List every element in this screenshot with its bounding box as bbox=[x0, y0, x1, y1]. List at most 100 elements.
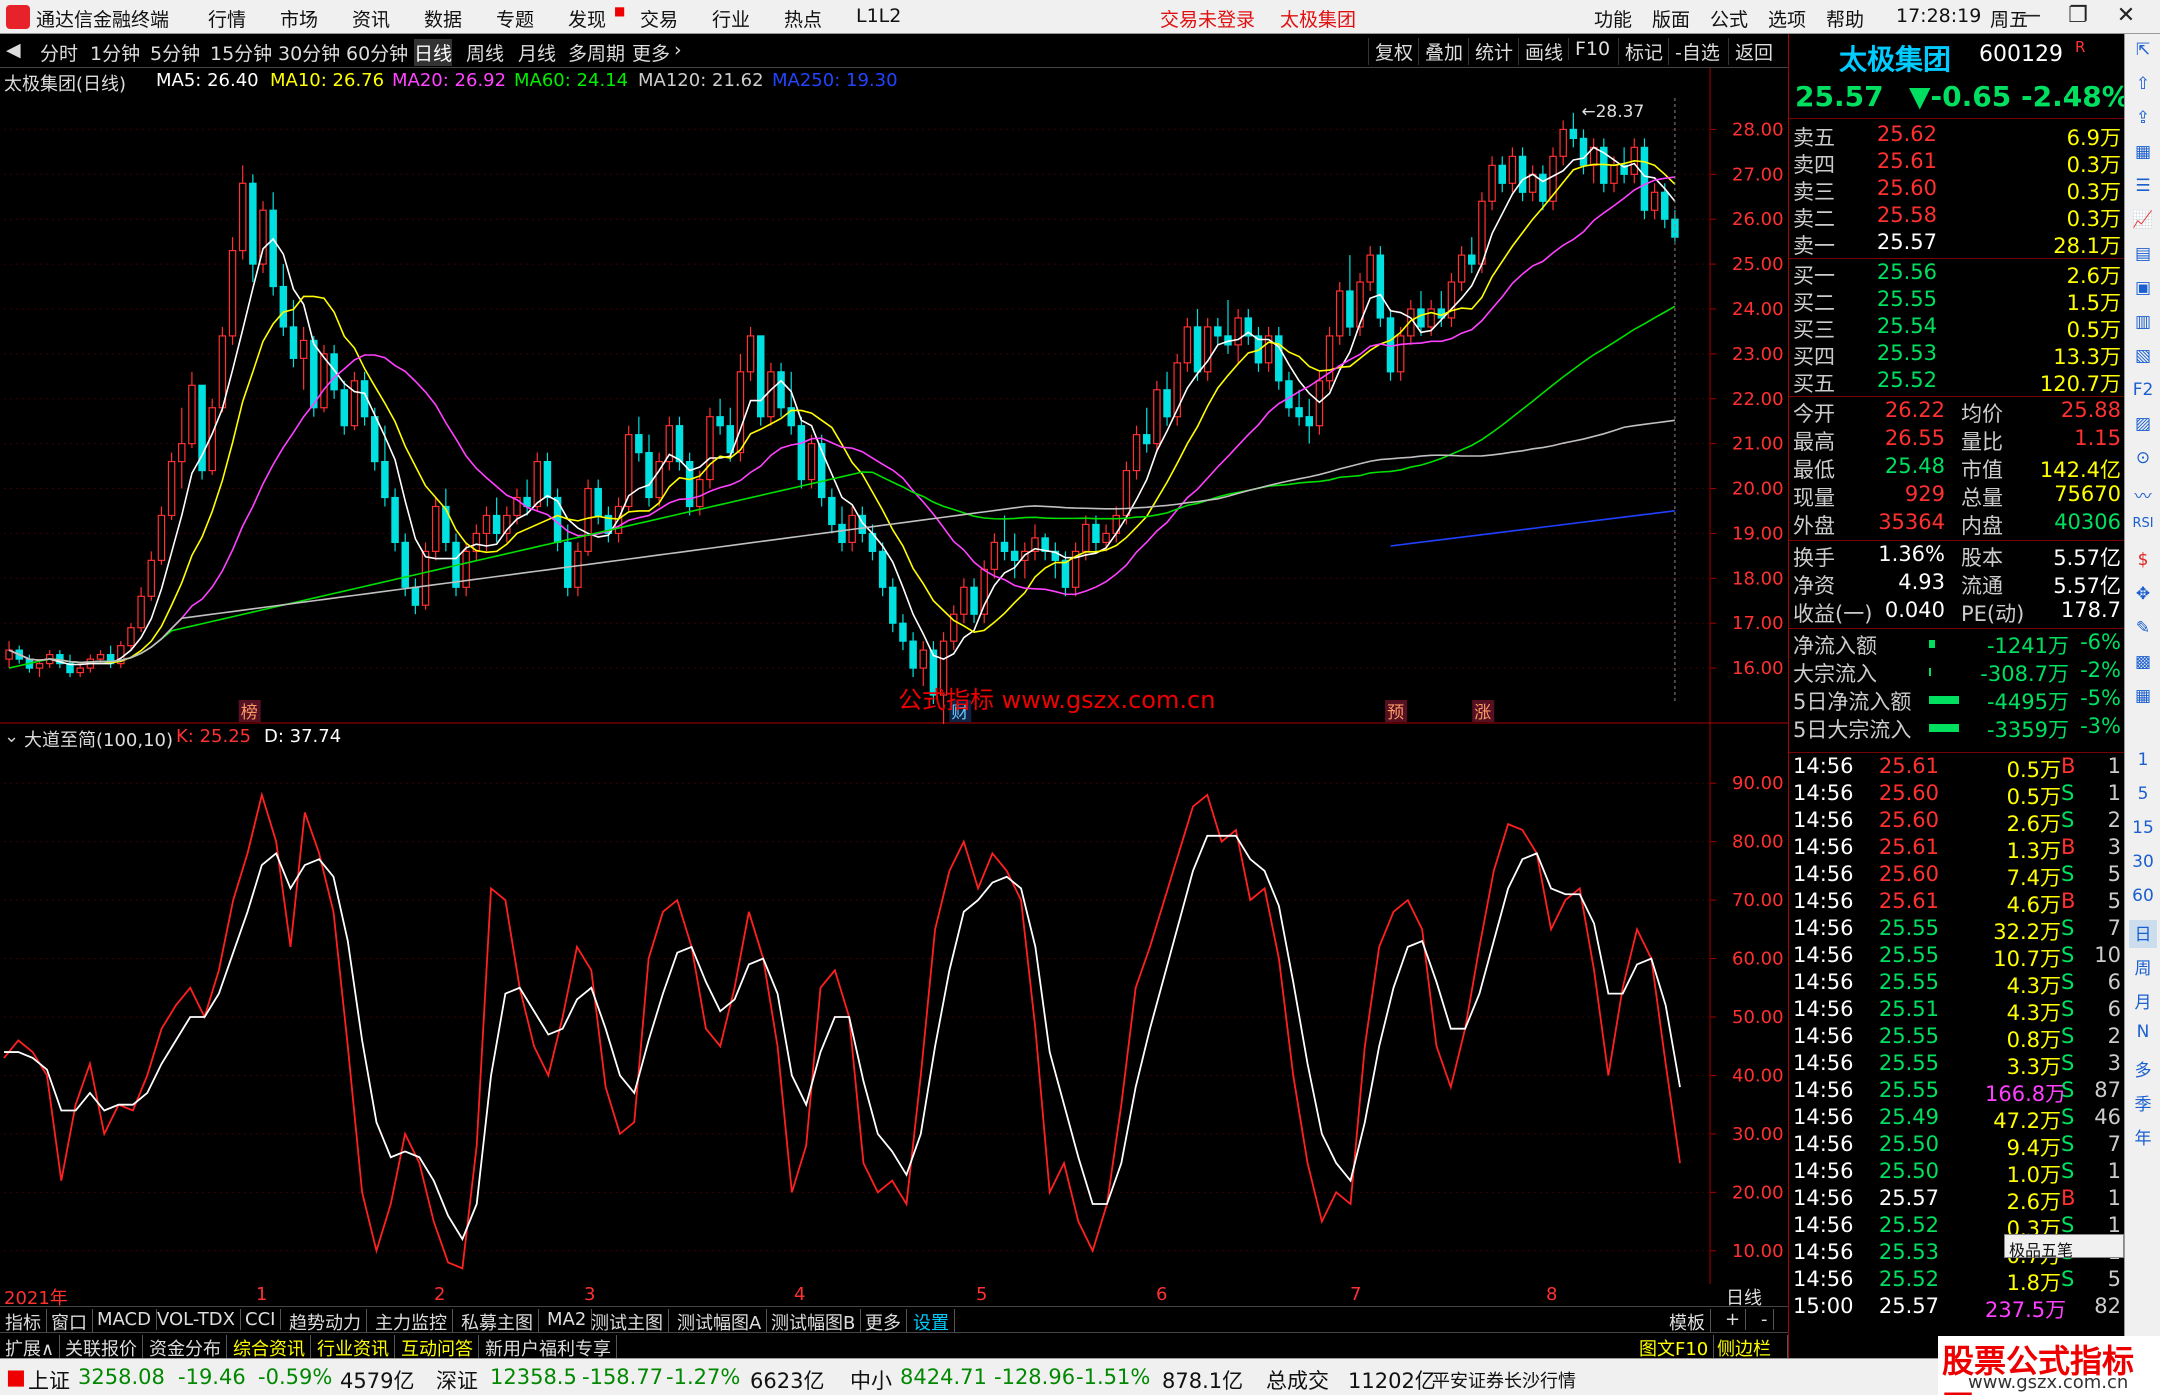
sh-name[interactable]: 上证 bbox=[28, 1365, 70, 1395]
overlay-button[interactable]: 叠加 bbox=[1418, 38, 1469, 65]
draw-button[interactable]: 画线 bbox=[1518, 38, 1569, 65]
menu-item-l1l2[interactable]: L1L2 bbox=[856, 5, 901, 27]
chart-icon[interactable]: 📈 bbox=[2129, 210, 2157, 238]
tick-row[interactable]: 15:00 25.57 237.5万 82 bbox=[1789, 1294, 2125, 1322]
tick-row[interactable]: 14:56 25.55 0.8万 S 2 bbox=[1789, 1024, 2125, 1052]
board-icon[interactable]: ▧ bbox=[2129, 346, 2157, 374]
tick-row[interactable]: 14:56 25.61 1.3万 B 3 bbox=[1789, 835, 2125, 863]
tick-row[interactable]: 14:56 25.49 47.2万 S 46 bbox=[1789, 1105, 2125, 1133]
sidebar-period-30[interactable]: 30 bbox=[2129, 852, 2157, 880]
tick-row[interactable]: 14:56 25.50 1.0万 S 1 bbox=[1789, 1159, 2125, 1187]
stat-row[interactable]: 最低 25.48 市值 142.4亿 bbox=[1789, 454, 2125, 482]
menu-item-layout[interactable]: 版面 bbox=[1652, 5, 1690, 32]
money-icon[interactable]: $ bbox=[2129, 550, 2157, 578]
trend-icon[interactable]: 〰 bbox=[2129, 482, 2157, 510]
collapse-icon[interactable]: ⌄ bbox=[4, 726, 19, 747]
period-tab-60min[interactable]: 60分钟 bbox=[346, 39, 408, 66]
stat-row[interactable]: 外盘 35364 内盘 40306 bbox=[1789, 510, 2125, 538]
sidebar-period-60[interactable]: 60 bbox=[2129, 886, 2157, 914]
sidebar-period-15[interactable]: 15 bbox=[2129, 818, 2157, 846]
doc-icon[interactable]: ▣ bbox=[2129, 278, 2157, 306]
sidebar-period-month[interactable]: 月 bbox=[2129, 988, 2157, 1016]
arrow-up-alt-icon[interactable]: ⇪ bbox=[2129, 108, 2157, 136]
zx-name[interactable]: 中小 bbox=[850, 1365, 892, 1395]
tab-vol-tdx[interactable]: VOL-TDX bbox=[152, 1309, 241, 1330]
menu-item-hot[interactable]: 热点 bbox=[784, 5, 822, 32]
tick-row[interactable]: 14:56 25.60 7.4万 S 5 bbox=[1789, 862, 2125, 890]
f2-icon[interactable]: F2 bbox=[2129, 380, 2157, 408]
period-tab-5min[interactable]: 5分钟 bbox=[150, 39, 200, 66]
stats-button[interactable]: 统计 bbox=[1468, 38, 1519, 65]
tick-row[interactable]: 14:56 25.60 0.5万 S 1 bbox=[1789, 781, 2125, 809]
fuquan-button[interactable]: 复权 bbox=[1368, 38, 1419, 65]
sidebar-period-day[interactable]: 日 bbox=[2129, 920, 2157, 948]
sz-name[interactable]: 深证 bbox=[436, 1365, 478, 1395]
menu-item-news[interactable]: 资讯 bbox=[352, 5, 390, 32]
ask-row[interactable]: 卖三 25.60 0.3万 bbox=[1789, 176, 2125, 204]
stat-row[interactable]: 现量 929 总量 75670 bbox=[1789, 482, 2125, 510]
expand-icon[interactable]: ▦ bbox=[2129, 686, 2157, 714]
period-tab-weekly[interactable]: 周线 bbox=[466, 39, 504, 66]
tick-row[interactable]: 14:56 25.55 4.3万 S 6 bbox=[1789, 970, 2125, 998]
tick-row[interactable]: 14:56 25.50 9.4万 S 7 bbox=[1789, 1132, 2125, 1160]
tab-ma2[interactable]: MA2 bbox=[542, 1309, 593, 1330]
remove-watchlist-button[interactable]: -自选 bbox=[1668, 38, 1726, 65]
tick-row[interactable]: 14:56 25.61 4.6万 B 5 bbox=[1789, 889, 2125, 917]
search-icon[interactable]: ⊙ bbox=[2129, 448, 2157, 476]
mark-button[interactable]: 标记 bbox=[1618, 38, 1669, 65]
f10-button[interactable]: F10 bbox=[1568, 38, 1616, 60]
arrow-up-icon[interactable]: ⇧ bbox=[2129, 74, 2157, 102]
trade-login-status[interactable]: 交易未登录 bbox=[1160, 5, 1255, 32]
ime-toolbar[interactable]: 极品五笔 bbox=[2004, 1234, 2124, 1260]
pen-icon[interactable]: ✎ bbox=[2129, 618, 2157, 646]
bid-row[interactable]: 买四 25.53 13.3万 bbox=[1789, 341, 2125, 369]
menu-item-market[interactable]: 市场 bbox=[280, 5, 318, 32]
stat-row[interactable]: 今开 26.22 均价 25.88 bbox=[1789, 398, 2125, 426]
move-icon[interactable]: ✥ bbox=[2129, 584, 2157, 612]
stat-row[interactable]: 净资 4.93 流通 5.57亿 bbox=[1789, 570, 2125, 598]
grid-icon[interactable]: ▦ bbox=[2129, 142, 2157, 170]
ask-row[interactable]: 卖一 25.57 28.1万 bbox=[1789, 230, 2125, 258]
period-tab-1min[interactable]: 1分钟 bbox=[90, 39, 140, 66]
sidebar-period-year[interactable]: 年 bbox=[2129, 1124, 2157, 1152]
menu-item-options[interactable]: 选项 bbox=[1768, 5, 1806, 32]
ask-row[interactable]: 卖五 25.62 6.9万 bbox=[1789, 122, 2125, 150]
close-icon[interactable]: ✕ bbox=[2108, 3, 2144, 31]
tick-row[interactable]: 14:56 25.52 1.8万 S 5 bbox=[1789, 1267, 2125, 1295]
photo-icon[interactable]: ▩ bbox=[2129, 652, 2157, 680]
period-tab-30min[interactable]: 30分钟 bbox=[278, 39, 340, 66]
menu-item-data[interactable]: 数据 bbox=[424, 5, 462, 32]
bid-row[interactable]: 买二 25.55 1.5万 bbox=[1789, 287, 2125, 315]
tick-row[interactable]: 14:56 25.60 2.6万 S 2 bbox=[1789, 808, 2125, 836]
rsi-icon[interactable]: RSI bbox=[2129, 516, 2157, 544]
flow-row[interactable]: 净流入额 -1241万 -6% bbox=[1789, 630, 2125, 658]
sidebar-period-5[interactable]: 5 bbox=[2129, 784, 2157, 812]
menu-item-topic[interactable]: 专题 bbox=[496, 5, 534, 32]
period-tab-fenshi[interactable]: 分时 bbox=[40, 39, 78, 66]
sidebar-period-multi[interactable]: 多 bbox=[2129, 1056, 2157, 1084]
list-icon[interactable]: ☰ bbox=[2129, 176, 2157, 204]
menu-item-help[interactable]: 帮助 bbox=[1826, 5, 1864, 32]
ask-row[interactable]: 卖四 25.61 0.3万 bbox=[1789, 149, 2125, 177]
stat-row[interactable]: 最高 26.55 量比 1.15 bbox=[1789, 426, 2125, 454]
window-icon[interactable]: ▨ bbox=[2129, 414, 2157, 442]
tick-row[interactable]: 14:56 25.51 4.3万 S 6 bbox=[1789, 997, 2125, 1025]
sidebar-period-week[interactable]: 周 bbox=[2129, 954, 2157, 982]
tick-row[interactable]: 14:56 25.55 32.2万 S 7 bbox=[1789, 916, 2125, 944]
sidebar-period-n[interactable]: N bbox=[2129, 1022, 2157, 1050]
menu-item-formula[interactable]: 公式 bbox=[1710, 5, 1748, 32]
back-button[interactable]: 返回 bbox=[1728, 38, 1779, 65]
bid-row[interactable]: 买三 25.54 0.5万 bbox=[1789, 314, 2125, 342]
zoom-in-button[interactable]: + bbox=[1720, 1309, 1747, 1330]
tab-cci[interactable]: CCI bbox=[240, 1309, 282, 1330]
table-icon[interactable]: ▤ bbox=[2129, 244, 2157, 272]
bid-row[interactable]: 买五 25.52 120.7万 bbox=[1789, 368, 2125, 396]
flow-row[interactable]: 大宗流入 -308.7万 -2% bbox=[1789, 658, 2125, 686]
collapse-arrow-icon[interactable]: ◀ bbox=[6, 39, 21, 61]
period-tab-monthly[interactable]: 月线 bbox=[518, 39, 556, 66]
candlestick-chart[interactable]: 28.00 27.00 26.00 25.00 24.00 23.00 22.00 21.00… bbox=[0, 68, 1788, 724]
zoom-out-button[interactable]: - bbox=[1756, 1309, 1774, 1330]
sidebar-period-1[interactable]: 1 bbox=[2129, 750, 2157, 778]
maximize-icon[interactable]: ❐ bbox=[2060, 3, 2096, 31]
menu-item-industry[interactable]: 行业 bbox=[712, 5, 750, 32]
